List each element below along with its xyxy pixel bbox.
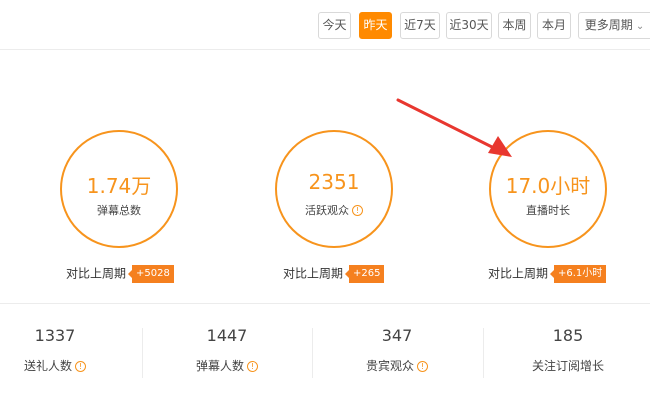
annotation-arrow [396,98,512,157]
